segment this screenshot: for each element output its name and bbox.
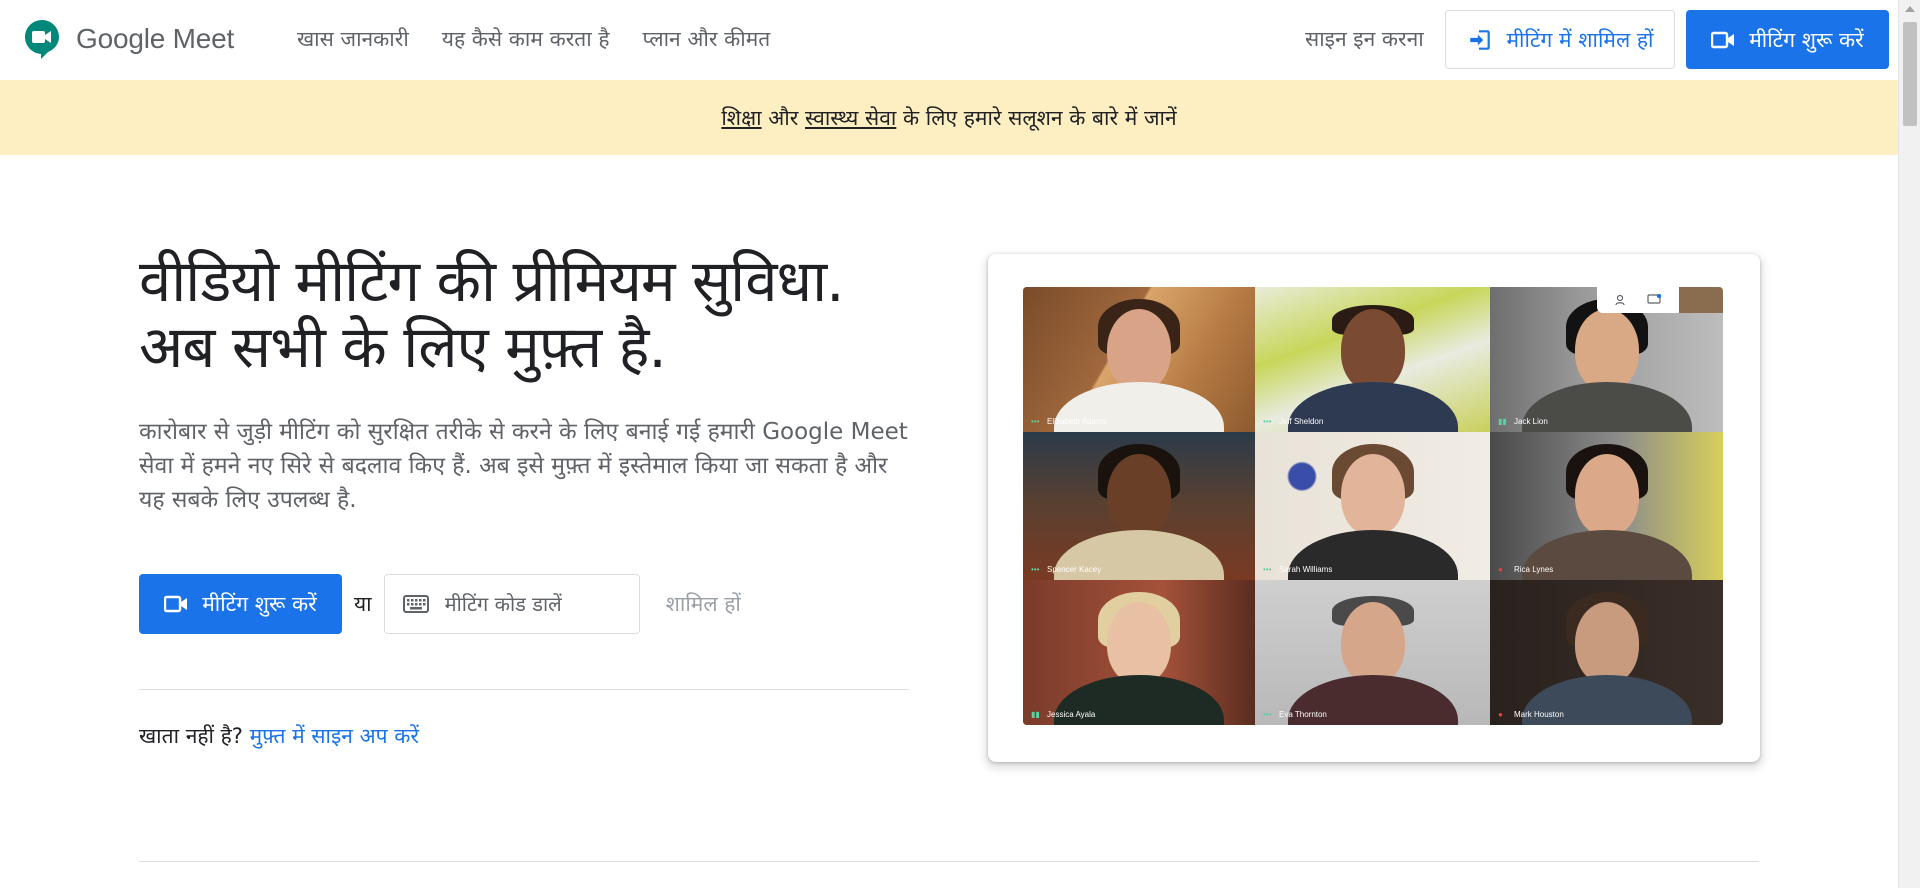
meeting-code-input[interactable] [444,592,625,616]
cta-row: मीटिंग शुरू करें या शामिल हों [139,574,741,634]
hero-title-line2: अब सभी के लिए मुफ़्त है. [139,313,667,381]
video-tile: ••• Eva Thornton [1255,580,1490,725]
keyboard-icon [402,595,429,613]
logo-text: Google Meet [76,23,235,54]
video-tile: ••• Jeff Sheldon [1255,287,1490,432]
divider [139,689,909,690]
meeting-preview-card: ••• Elizabeth Adams ••• Jeff Sheldon ▮▮ Jac… [988,254,1760,762]
education-link[interactable]: शिक्षा [721,104,761,132]
video-tile: ▮▮ Jessica Ayala [1023,580,1255,725]
sign-in-link[interactable]: साइन इन करना [1305,25,1424,53]
or-text: या [354,592,372,616]
main-nav: खास जानकारी यह कैसे काम करता है प्लान और… [297,25,803,53]
page-scrollbar[interactable] [1898,0,1920,888]
video-tile: ● Mark Houston [1490,580,1723,725]
start-meeting-label-top: मीटिंग शुरू करें [1749,27,1864,52]
section-divider [139,861,1759,862]
scroll-up-arrow-icon[interactable] [1905,6,1915,12]
no-account-text: खाता नहीं है? [139,724,250,748]
signup-link[interactable]: मुफ़्त में साइन अप करें [250,724,419,748]
video-camera-icon [164,595,188,613]
self-view-thumbnail [1679,287,1723,313]
nav-how-it-works[interactable]: यह कैसे काम करता है [442,25,610,53]
join-meeting-button[interactable]: मीटिंग में शामिल हों [1445,10,1675,69]
video-camera-icon [1711,31,1735,48]
nav-overview[interactable]: खास जानकारी [297,25,409,53]
banner-rest-text: के लिए हमारे सलूशन के बारे में जानें [896,105,1177,130]
meet-logo-icon [24,19,60,59]
video-tile: ••• Sarah Williams [1255,432,1490,580]
video-tile: ▮▮ Jack Lion [1490,287,1723,432]
participant-label: ••• Eva Thornton [1263,709,1327,719]
hero-description: कारोबार से जुड़ी मीटिंग को सुरक्षित तरीक… [139,419,908,513]
video-tile: ••• Spencer Kacey [1023,432,1255,580]
nav-plans-pricing[interactable]: प्लान और कीमत [643,25,771,53]
people-icon [1615,294,1625,306]
meeting-code-field[interactable] [383,574,640,634]
signup-prompt: खाता नहीं है? मुफ़्त में साइन अप करें [139,722,419,750]
participant-label: ••• Spencer Kacey [1031,564,1102,574]
scroll-thumb[interactable] [1903,22,1917,126]
participant-label: ● Mark Houston [1498,709,1564,719]
banner-and-text: और [761,105,806,130]
chat-icon [1647,294,1661,304]
start-meeting-label: मीटिंग शुरू करें [202,592,317,616]
healthcare-link[interactable]: स्वास्थ्य सेवा [805,104,896,132]
join-meeting-label: मीटिंग में शामिल हों [1506,27,1654,52]
start-meeting-button-top[interactable]: मीटिंग शुरू करें [1686,10,1889,69]
start-meeting-button[interactable]: मीटिंग शुरू करें [139,574,342,634]
hero-title-line1: वीडियो मीटिंग की प्रीमियम सुविधा. [139,247,845,315]
join-icon [1469,29,1490,50]
participant-label: ▮▮ Jack Lion [1498,416,1548,426]
solutions-banner: शिक्षा और स्वास्थ्य सेवा के लिए हमारे सल… [0,80,1898,155]
top-header: Google Meet खास जानकारी यह कैसे काम करता… [0,0,1898,80]
video-tile: ● Rica Lynes [1490,432,1723,580]
hero-title: वीडियो मीटिंग की प्रीमियम सुविधा. अब सभी… [139,248,939,380]
participant-label: ••• Elizabeth Adams [1031,416,1107,426]
join-button[interactable]: शामिल हों [666,590,741,618]
participant-label: ● Rica Lynes [1498,564,1554,574]
participant-label: ••• Jeff Sheldon [1263,416,1324,426]
participant-label: ••• Sarah Williams [1263,564,1333,574]
google-meet-logo[interactable]: Google Meet [24,19,234,59]
video-tile: ••• Elizabeth Adams [1023,287,1255,432]
participant-label: ▮▮ Jessica Ayala [1031,709,1096,719]
meeting-status-chip [1597,287,1723,313]
video-grid: ••• Elizabeth Adams ••• Jeff Sheldon ▮▮ Jac… [1023,287,1723,725]
